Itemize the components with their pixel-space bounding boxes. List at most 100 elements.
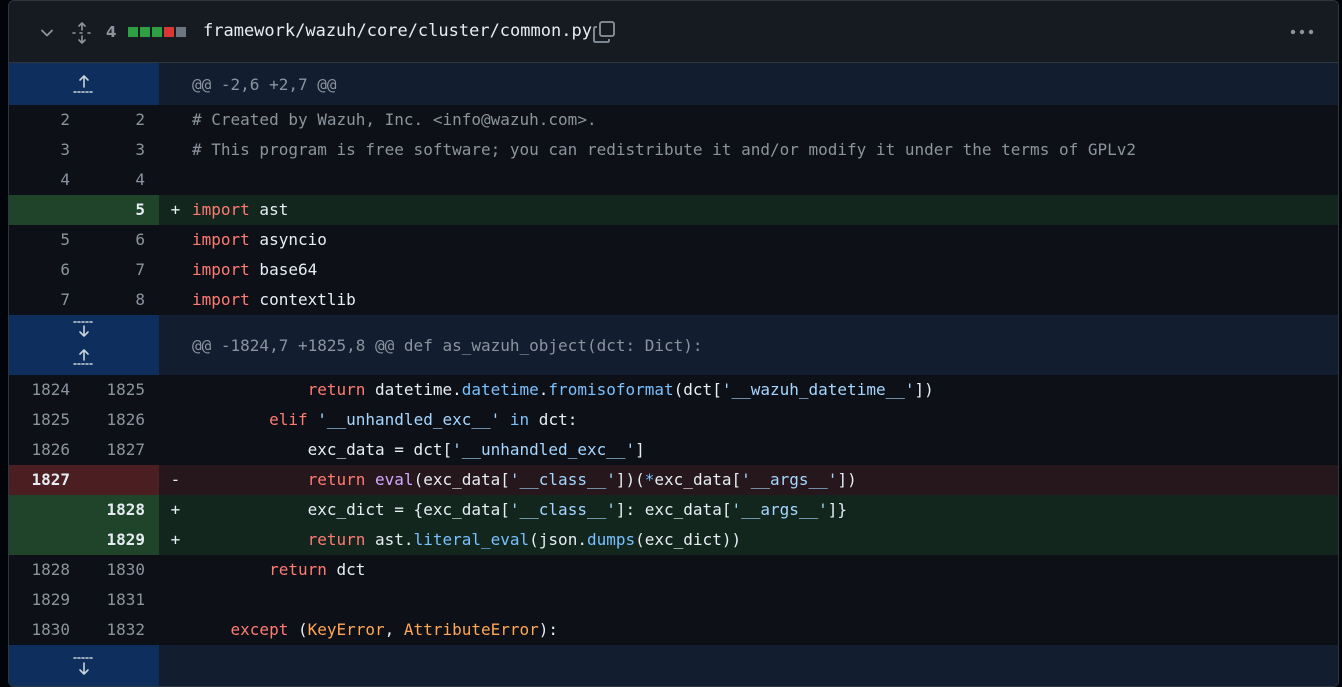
- code-token: return: [307, 470, 366, 489]
- code-token: ])(: [615, 470, 645, 489]
- code-token: .: [538, 380, 549, 399]
- code-token: base64: [249, 260, 318, 279]
- code-token: KeyError: [307, 620, 385, 639]
- old-line-number[interactable]: [9, 495, 84, 525]
- code-token: import: [192, 290, 250, 309]
- new-line-number[interactable]: 7: [84, 255, 159, 285]
- code-token: ast: [249, 200, 289, 219]
- old-line-number[interactable]: 1829: [9, 585, 84, 615]
- new-line-number[interactable]: 5: [84, 195, 159, 225]
- hunk-header-text: @@ -2,6 +2,7 @@: [192, 74, 337, 94]
- expand-all-icon[interactable]: [72, 22, 92, 44]
- context-line: 1829 1831: [9, 585, 1338, 615]
- new-line-number[interactable]: 1829: [84, 525, 159, 555]
- code-line: exc_dict = {exc_data['__class__']: exc_d…: [192, 495, 1338, 525]
- code-token: exc_data[: [654, 470, 742, 489]
- old-line-number[interactable]: 6: [9, 255, 84, 285]
- new-line-number[interactable]: 1832: [84, 615, 159, 645]
- new-line-number[interactable]: 4: [84, 165, 159, 195]
- code-line: # This program is free software; you can…: [192, 135, 1338, 165]
- code-token: ]): [914, 380, 934, 399]
- code-token: ]): [837, 470, 857, 489]
- old-line-number[interactable]: 5: [9, 225, 84, 255]
- old-line-number[interactable]: [9, 525, 84, 555]
- old-line-number[interactable]: 1830: [9, 615, 84, 645]
- old-line-number[interactable]: 1824: [9, 375, 84, 405]
- code-token: return: [269, 560, 327, 579]
- code-token: ast.: [365, 530, 414, 549]
- expand-down-icon: [73, 321, 95, 337]
- old-line-number[interactable]: 3: [9, 135, 84, 165]
- new-line-number[interactable]: 1827: [84, 435, 159, 465]
- code-line: return datetime.datetime.fromisoformat(d…: [192, 375, 1338, 405]
- code-token: contextlib: [249, 290, 356, 309]
- code-token: AttributeError: [403, 620, 539, 639]
- file-path[interactable]: framework/wazuh/core/cluster/common.py: [203, 21, 592, 41]
- diff-sign: +: [170, 200, 181, 219]
- added-line: 1829 + return ast.literal_eval(json.dumps…: [9, 525, 1338, 555]
- context-line: 7 8 import contextlib: [9, 285, 1338, 315]
- code-token: exc_dict = {exc_data[: [192, 500, 510, 519]
- diff-file: 4 framework/wazuh/core/cluster/common.py: [8, 0, 1339, 687]
- old-line-number[interactable]: 4: [9, 165, 84, 195]
- diff-sign: +: [170, 500, 181, 519]
- context-line: 44: [9, 165, 1338, 195]
- new-line-number[interactable]: 6: [84, 225, 159, 255]
- diff-sign: [159, 585, 192, 615]
- new-line-number[interactable]: [84, 465, 159, 495]
- code-token: *: [644, 470, 655, 489]
- new-line-number[interactable]: 3: [84, 135, 159, 165]
- file-header: 4 framework/wazuh/core/cluster/common.py: [9, 1, 1338, 63]
- diff-sign: [159, 105, 192, 135]
- code-token: (exc_dict)): [635, 530, 742, 549]
- kebab-menu-icon[interactable]: [1289, 23, 1315, 41]
- added-line: 1828 + exc_dict = {exc_data['__class__']:…: [9, 495, 1338, 525]
- code-token: '__wazuh_datetime__': [721, 380, 915, 399]
- code-token: exc_data = dct[: [192, 440, 453, 459]
- hunk-header: @@ -2,6 +2,7 @@: [9, 63, 1338, 105]
- code-token: literal_eval: [413, 530, 530, 549]
- context-line: 1828 1830 return dct: [9, 555, 1338, 585]
- code-token: (exc_data[: [413, 470, 510, 489]
- new-line-number[interactable]: 8: [84, 285, 159, 315]
- chevron-down-icon[interactable]: [39, 25, 55, 41]
- code-line: exc_data = dct['__unhandled_exc__']: [192, 435, 1338, 465]
- hunk-footer: [9, 645, 1338, 686]
- code-token: # Created by Wazuh, Inc. <info@wazuh.com…: [192, 110, 597, 129]
- copy-icon[interactable]: [592, 20, 616, 44]
- old-line-number[interactable]: 7: [9, 285, 84, 315]
- expand-between-button[interactable]: [9, 315, 159, 375]
- code-token: '__args__': [741, 470, 838, 489]
- new-line-number[interactable]: 2: [84, 105, 159, 135]
- code-token: datetime: [461, 380, 539, 399]
- old-line-number[interactable]: 1825: [9, 405, 84, 435]
- new-line-number[interactable]: 1828: [84, 495, 159, 525]
- context-line: 2 2 # Created by Wazuh, Inc. <info@wazuh.c…: [9, 105, 1338, 135]
- expand-up-button[interactable]: [9, 63, 159, 105]
- context-line: 5 6 import asyncio: [9, 225, 1338, 255]
- old-line-number[interactable]: 1826: [9, 435, 84, 465]
- diff-sign: [159, 435, 192, 465]
- code-token: (dct[: [673, 380, 722, 399]
- new-line-number[interactable]: 1830: [84, 555, 159, 585]
- code-token: (: [288, 620, 308, 639]
- new-line-number[interactable]: 1825: [84, 375, 159, 405]
- old-line-number[interactable]: 2: [9, 105, 84, 135]
- old-line-number[interactable]: 1828: [9, 555, 84, 585]
- hunk-header: @@ -1824,7 +1825,8 @@ def as_wazuh_objec…: [9, 315, 1338, 375]
- old-line-number[interactable]: 1827: [9, 465, 84, 495]
- new-line-number[interactable]: 1831: [84, 585, 159, 615]
- code-token: import: [192, 200, 250, 219]
- diff-sign: [159, 255, 192, 285]
- old-line-number[interactable]: [9, 195, 84, 225]
- code-token: fromisoformat: [548, 380, 674, 399]
- diff-sign: [159, 135, 192, 165]
- expand-down-button[interactable]: [9, 645, 159, 686]
- diffstat-square: [140, 27, 150, 37]
- code-token: in: [509, 410, 530, 429]
- new-line-number[interactable]: 1826: [84, 405, 159, 435]
